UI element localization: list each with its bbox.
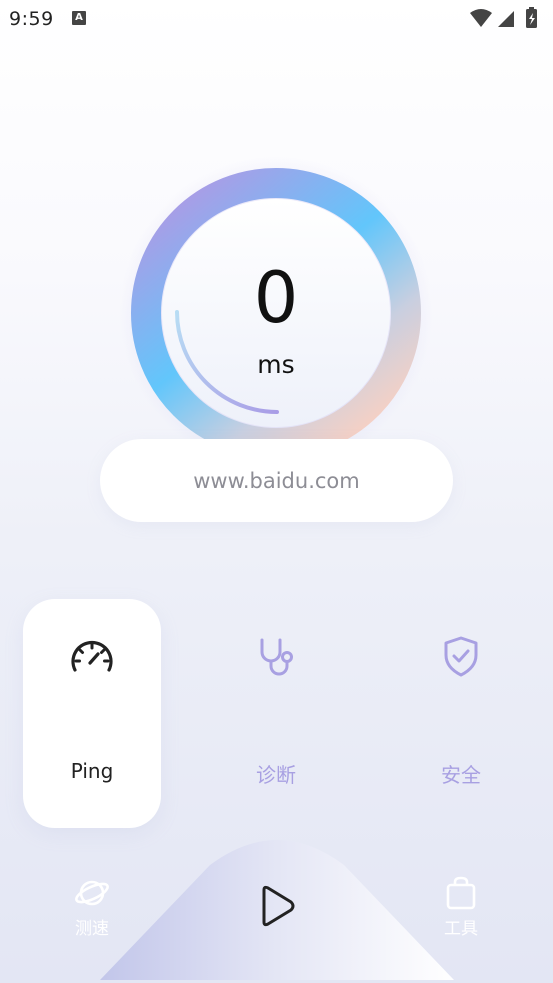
mode-security[interactable]: 安全 [392, 599, 530, 828]
shield-check-icon [444, 636, 478, 677]
planet-icon [75, 880, 109, 906]
nav-tools[interactable]: 工具 [416, 874, 506, 939]
latency-value: 0 [253, 257, 299, 339]
target-url-field[interactable]: www.baidu.com [100, 439, 453, 522]
mode-diagnose[interactable]: 诊断 [207, 599, 345, 828]
status-icons [470, 7, 537, 28]
status-time: 9:59 [9, 8, 54, 30]
signal-icon [498, 11, 514, 27]
mode-security-label: 安全 [441, 763, 481, 787]
nav-speedtest[interactable]: 测速 [47, 874, 137, 939]
bag-icon [446, 876, 476, 910]
stethoscope-icon [260, 638, 293, 676]
wifi-icon [470, 9, 492, 27]
nav-speedtest-label: 测速 [75, 919, 109, 939]
target-url-text: www.baidu.com [193, 468, 360, 493]
mode-ping[interactable]: Ping [23, 599, 161, 828]
speedometer-icon [71, 640, 113, 672]
mode-diagnose-label: 诊断 [256, 763, 296, 787]
notification-a-icon: A [72, 11, 86, 25]
play-icon[interactable] [251, 881, 301, 931]
nav-tools-label: 工具 [444, 919, 478, 939]
battery-icon [526, 7, 537, 28]
mode-ping-label: Ping [70, 759, 114, 783]
latency-unit: ms [257, 350, 295, 379]
